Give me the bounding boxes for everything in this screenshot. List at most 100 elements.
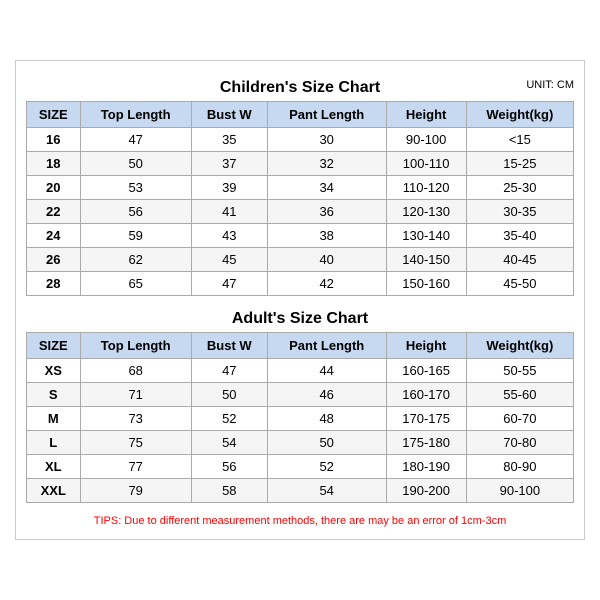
table-cell: 26: [27, 248, 81, 272]
table-cell: 41: [191, 200, 267, 224]
adult-table-body: XS684744160-16550-55S715046160-17055-60M…: [27, 359, 574, 503]
table-cell: 48: [267, 407, 386, 431]
table-cell: 77: [80, 455, 191, 479]
col-pant-length: Pant Length: [267, 102, 386, 128]
table-row: 18503732100-11015-25: [27, 152, 574, 176]
table-cell: 54: [191, 431, 267, 455]
table-cell: 130-140: [386, 224, 466, 248]
adult-size-table: SIZE Top Length Bust W Pant Length Heigh…: [26, 332, 574, 503]
table-cell: 71: [80, 383, 191, 407]
table-cell: 50: [80, 152, 191, 176]
table-cell: 75: [80, 431, 191, 455]
table-cell: 54: [267, 479, 386, 503]
table-cell: 90-100: [386, 128, 466, 152]
table-cell: 24: [27, 224, 81, 248]
col-top-length: Top Length: [80, 102, 191, 128]
col-size: SIZE: [27, 102, 81, 128]
table-cell: 35: [191, 128, 267, 152]
table-cell: 28: [27, 272, 81, 296]
table-cell: 60-70: [466, 407, 573, 431]
table-row: XS684744160-16550-55: [27, 359, 574, 383]
adult-header-row: SIZE Top Length Bust W Pant Length Heigh…: [27, 333, 574, 359]
table-cell: 180-190: [386, 455, 466, 479]
table-cell: 170-175: [386, 407, 466, 431]
table-cell: 120-130: [386, 200, 466, 224]
table-cell: 110-120: [386, 176, 466, 200]
table-cell: XXL: [27, 479, 81, 503]
table-cell: 47: [191, 272, 267, 296]
table-cell: 80-90: [466, 455, 573, 479]
table-cell: 53: [80, 176, 191, 200]
table-cell: 90-100: [466, 479, 573, 503]
col-bust-w: Bust W: [191, 102, 267, 128]
table-cell: 47: [80, 128, 191, 152]
table-row: M735248170-17560-70: [27, 407, 574, 431]
unit-label: UNIT: CM: [526, 79, 574, 91]
table-cell: 37: [191, 152, 267, 176]
table-cell: 65: [80, 272, 191, 296]
col-size-adult: SIZE: [27, 333, 81, 359]
table-cell: 39: [191, 176, 267, 200]
table-row: 20533934110-12025-30: [27, 176, 574, 200]
col-height-adult: Height: [386, 333, 466, 359]
table-row: XL775652180-19080-90: [27, 455, 574, 479]
table-cell: 30-35: [466, 200, 573, 224]
table-cell: 46: [267, 383, 386, 407]
table-cell: 160-165: [386, 359, 466, 383]
table-cell: 140-150: [386, 248, 466, 272]
table-cell: 56: [191, 455, 267, 479]
col-pant-length-adult: Pant Length: [267, 333, 386, 359]
table-row: XXL795854190-20090-100: [27, 479, 574, 503]
children-size-table: SIZE Top Length Bust W Pant Length Heigh…: [26, 101, 574, 296]
table-cell: 16: [27, 128, 81, 152]
col-weight-adult: Weight(kg): [466, 333, 573, 359]
table-cell: 52: [267, 455, 386, 479]
table-cell: 47: [191, 359, 267, 383]
size-chart-container: Children's Size Chart UNIT: CM SIZE Top …: [15, 60, 585, 540]
table-cell: S: [27, 383, 81, 407]
table-cell: 50: [267, 431, 386, 455]
children-table-body: 1647353090-100<1518503732100-11015-25205…: [27, 128, 574, 296]
table-row: 22564136120-13030-35: [27, 200, 574, 224]
table-cell: 68: [80, 359, 191, 383]
table-cell: 34: [267, 176, 386, 200]
table-cell: 18: [27, 152, 81, 176]
table-cell: 45: [191, 248, 267, 272]
table-row: 24594338130-14035-40: [27, 224, 574, 248]
adult-section-title: Adult's Size Chart: [26, 302, 574, 332]
table-cell: <15: [466, 128, 573, 152]
table-cell: 100-110: [386, 152, 466, 176]
table-cell: 32: [267, 152, 386, 176]
table-cell: XS: [27, 359, 81, 383]
table-cell: 22: [27, 200, 81, 224]
table-cell: L: [27, 431, 81, 455]
table-cell: 36: [267, 200, 386, 224]
table-cell: M: [27, 407, 81, 431]
table-cell: 55-60: [466, 383, 573, 407]
table-cell: XL: [27, 455, 81, 479]
table-row: 26624540140-15040-45: [27, 248, 574, 272]
table-cell: 15-25: [466, 152, 573, 176]
table-cell: 35-40: [466, 224, 573, 248]
table-row: S715046160-17055-60: [27, 383, 574, 407]
children-section-title: Children's Size Chart UNIT: CM: [26, 71, 574, 101]
col-weight: Weight(kg): [466, 102, 573, 128]
table-row: 1647353090-100<15: [27, 128, 574, 152]
table-cell: 70-80: [466, 431, 573, 455]
table-cell: 50: [191, 383, 267, 407]
col-height: Height: [386, 102, 466, 128]
table-cell: 56: [80, 200, 191, 224]
table-cell: 40-45: [466, 248, 573, 272]
table-cell: 25-30: [466, 176, 573, 200]
table-cell: 40: [267, 248, 386, 272]
table-cell: 20: [27, 176, 81, 200]
table-cell: 52: [191, 407, 267, 431]
table-cell: 30: [267, 128, 386, 152]
table-cell: 73: [80, 407, 191, 431]
table-cell: 44: [267, 359, 386, 383]
table-cell: 45-50: [466, 272, 573, 296]
table-cell: 43: [191, 224, 267, 248]
table-cell: 50-55: [466, 359, 573, 383]
table-row: 28654742150-16045-50: [27, 272, 574, 296]
children-header-row: SIZE Top Length Bust W Pant Length Heigh…: [27, 102, 574, 128]
